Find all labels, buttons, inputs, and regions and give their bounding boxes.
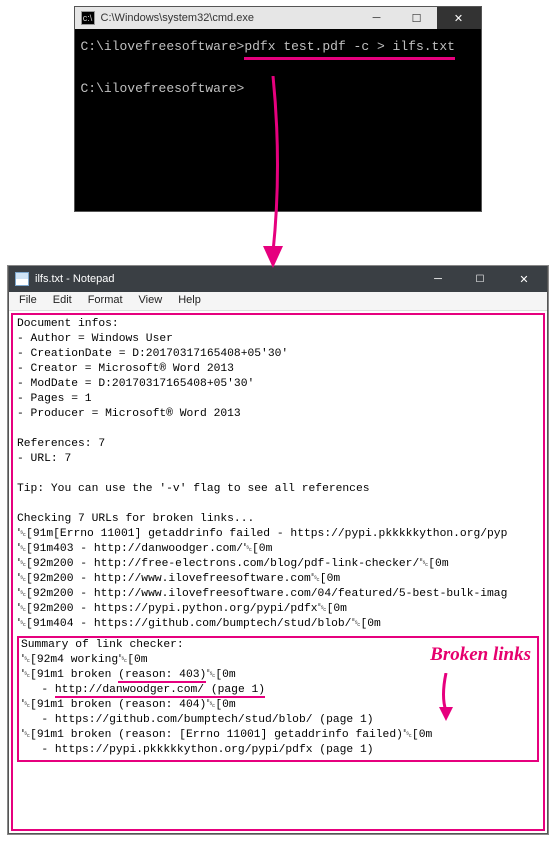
text-line: ␛[91m1 broken: [21, 669, 118, 681]
text-line: - https://pypi.pkkkkkython.org/pypi/pdfx…: [21, 744, 374, 756]
cmd-icon: c:\: [81, 11, 95, 25]
text-line: ␛[92m200 - http://free-electrons.com/blo…: [17, 558, 449, 570]
close-button[interactable]: ✕: [501, 266, 547, 292]
text-line: - https://github.com/bumptech/stud/blob/…: [21, 714, 374, 726]
notepad-window: ilfs.txt - Notepad ─ ☐ ✕ File Edit Forma…: [8, 266, 548, 834]
menu-view[interactable]: View: [131, 292, 171, 310]
text-line: ␛[92m200 - https://pypi.python.org/pypi/…: [17, 603, 347, 615]
text-line: -: [21, 684, 55, 696]
cmd-title: C:\Windows\system32\cmd.exe: [101, 12, 357, 24]
text-line: Summary of link checker:: [21, 639, 184, 651]
menu-format[interactable]: Format: [80, 292, 131, 310]
text-line: ␛[91m[Errno 11001] getaddrinfo failed - …: [17, 528, 507, 540]
menu-file[interactable]: File: [11, 292, 45, 310]
text-line: ␛[92m4 working␛[0m: [21, 654, 148, 666]
cmd-prompt: C:\ilovefreesoftware>: [81, 81, 245, 96]
text-line: ␛[91m1 broken (reason: [Errno 11001] get…: [21, 729, 432, 741]
cmd-window: c:\ C:\Windows\system32\cmd.exe ─ ☐ ✕ C:…: [74, 6, 482, 212]
notepad-text-area[interactable]: Document infos: - Author = Windows User …: [11, 313, 545, 831]
notepad-title: ilfs.txt - Notepad: [35, 273, 417, 285]
text-underlined: (reason: 403): [118, 669, 206, 683]
text-line: ␛[91m404 - https://github.com/bumptech/s…: [17, 618, 381, 630]
text-line: ␛[91m403 - http://danwoodger.com/␛[0m: [17, 543, 272, 555]
text-line: References: 7: [17, 438, 105, 450]
maximize-button[interactable]: ☐: [459, 266, 501, 292]
text-line: - Author = Windows User: [17, 333, 173, 345]
text-line: - Creator = Microsoft® Word 2013: [17, 363, 234, 375]
text-line: Checking 7 URLs for broken links...: [17, 513, 254, 525]
text-line: - Pages = 1: [17, 393, 92, 405]
text-line: ␛[0m: [206, 669, 235, 681]
menu-edit[interactable]: Edit: [45, 292, 80, 310]
notepad-icon: [15, 272, 29, 286]
text-line: Document infos:: [17, 318, 119, 330]
text-line: - ModDate = D:20170317165408+05'30': [17, 378, 254, 390]
text-line: ␛[92m200 - http://www.ilovefreesoftware.…: [17, 573, 340, 585]
cmd-prompt: C:\ilovefreesoftware>: [81, 39, 245, 54]
text-line: - CreationDate = D:20170317165408+05'30': [17, 348, 288, 360]
minimize-button[interactable]: ─: [357, 7, 397, 29]
menu-help[interactable]: Help: [170, 292, 209, 310]
broken-links-label: Broken links: [430, 647, 531, 662]
notepad-menubar: File Edit Format View Help: [9, 292, 547, 311]
maximize-button[interactable]: ☐: [397, 7, 437, 29]
text-line: Tip: You can use the '-v' flag to see al…: [17, 483, 370, 495]
close-button[interactable]: ✕: [437, 7, 481, 29]
arrow-icon: [431, 673, 461, 723]
notepad-titlebar: ilfs.txt - Notepad ─ ☐ ✕: [9, 266, 547, 292]
cmd-command: pdfx test.pdf -c > ilfs.txt: [244, 37, 455, 60]
cmd-terminal[interactable]: C:\ilovefreesoftware>pdfx test.pdf -c > …: [75, 29, 481, 211]
minimize-button[interactable]: ─: [417, 266, 459, 292]
cmd-titlebar: c:\ C:\Windows\system32\cmd.exe ─ ☐ ✕: [75, 7, 481, 29]
text-line: - Producer = Microsoft® Word 2013: [17, 408, 241, 420]
text-line: - URL: 7: [17, 453, 71, 465]
text-underlined: http://danwoodger.com/ (page 1): [55, 684, 265, 698]
text-line: ␛[92m200 - http://www.ilovefreesoftware.…: [17, 588, 507, 600]
text-line: ␛[91m1 broken (reason: 404)␛[0m: [21, 699, 236, 711]
